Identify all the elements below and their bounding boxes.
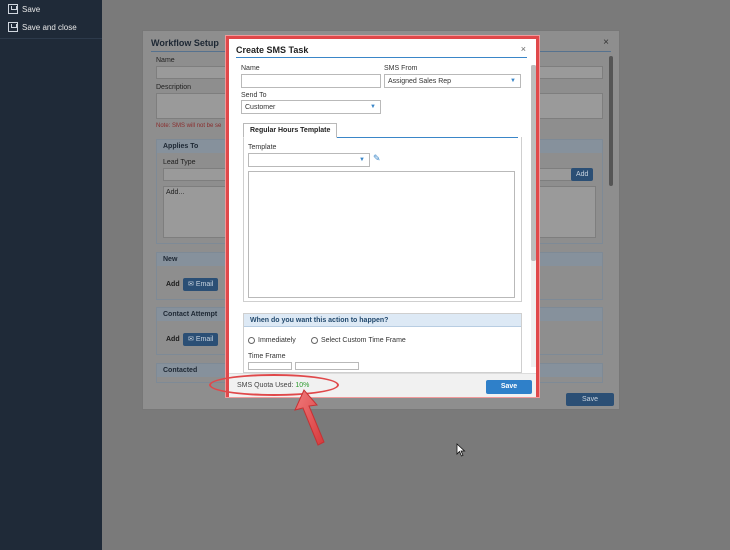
chevron-down-icon: ▼ bbox=[359, 157, 365, 163]
send-to-value: Customer bbox=[245, 104, 276, 111]
sms-from-label: SMS From bbox=[384, 65, 418, 72]
workflow-description-label: Description bbox=[156, 84, 192, 91]
left-sidebar: Save Save and close bbox=[0, 0, 102, 550]
lead-type-label: Lead Type bbox=[163, 159, 196, 166]
time-frame-label: Time Frame bbox=[248, 353, 286, 360]
chevron-down-icon: ▼ bbox=[510, 78, 516, 84]
sidebar-save-label: Save bbox=[22, 4, 41, 14]
annotation-arrow-icon bbox=[294, 389, 325, 446]
save-icon bbox=[8, 4, 18, 14]
new-email-button[interactable]: ✉ Email bbox=[183, 278, 219, 291]
contact-attempt-add-label: Add bbox=[166, 336, 180, 343]
lead-type-add-placeholder: Add... bbox=[166, 189, 185, 196]
time-frame-unit-select[interactable] bbox=[295, 362, 359, 370]
workflow-name-label: Name bbox=[156, 57, 175, 64]
template-select[interactable]: ▼ bbox=[248, 153, 370, 167]
name-label: Name bbox=[241, 65, 260, 72]
sidebar-save-button[interactable]: Save bbox=[0, 0, 102, 18]
time-frame-value-input[interactable] bbox=[248, 362, 292, 370]
pencil-icon[interactable]: ✎ bbox=[373, 153, 381, 164]
contact-attempt-email-button[interactable]: ✉ Email bbox=[183, 333, 219, 346]
radio-immediately-label: Immediately bbox=[258, 337, 296, 344]
modal-close-icon[interactable]: × bbox=[521, 44, 526, 54]
modal-scrollbar-thumb[interactable] bbox=[531, 65, 536, 261]
name-input[interactable] bbox=[241, 74, 381, 88]
workflow-scrollbar[interactable] bbox=[609, 56, 613, 186]
sms-from-value: Assigned Sales Rep bbox=[388, 78, 452, 85]
sidebar-save-close-label: Save and close bbox=[22, 22, 77, 32]
workflow-save-button[interactable]: Save bbox=[566, 393, 614, 406]
sidebar-divider bbox=[0, 38, 102, 39]
modal-save-button[interactable]: Save bbox=[486, 380, 532, 394]
radio-immediately[interactable]: Immediately bbox=[248, 337, 296, 344]
chevron-down-icon: ▼ bbox=[370, 104, 376, 110]
radio-circle-icon bbox=[311, 337, 318, 344]
template-label: Template bbox=[248, 144, 277, 151]
sms-from-select[interactable]: Assigned Sales Rep ▼ bbox=[384, 74, 521, 88]
send-to-label: Send To bbox=[241, 92, 267, 99]
template-message-textarea[interactable] bbox=[248, 171, 515, 298]
mail-icon: ✉ bbox=[188, 281, 196, 288]
workflow-title: Workflow Setup bbox=[151, 38, 219, 48]
radio-custom-label: Select Custom Time Frame bbox=[321, 337, 406, 344]
radio-custom-time-frame[interactable]: Select Custom Time Frame bbox=[311, 337, 406, 344]
contact-attempt-email-label: Email bbox=[195, 336, 214, 343]
tab-regular-hours-template[interactable]: Regular Hours Template bbox=[243, 123, 338, 138]
new-add-label: Add bbox=[166, 281, 180, 288]
lead-type-add-button[interactable]: Add bbox=[571, 168, 594, 181]
sidebar-save-close-button[interactable]: Save and close bbox=[0, 18, 102, 36]
mouse-pointer-icon bbox=[456, 443, 466, 457]
modal-title: Create SMS Task bbox=[236, 45, 309, 55]
new-email-label: Email bbox=[195, 281, 214, 288]
save-close-icon bbox=[8, 22, 18, 32]
workflow-note: Note: SMS will not be se bbox=[156, 123, 222, 129]
send-to-select[interactable]: Customer ▼ bbox=[241, 100, 381, 114]
modal-title-divider bbox=[236, 57, 527, 58]
workflow-close-icon[interactable]: × bbox=[603, 37, 609, 48]
mail-icon: ✉ bbox=[188, 336, 196, 343]
create-sms-task-modal: Create SMS Task × Name SMS From Assigned… bbox=[226, 36, 539, 397]
radio-circle-icon bbox=[248, 337, 255, 344]
when-header: When do you want this action to happen? bbox=[244, 314, 521, 327]
